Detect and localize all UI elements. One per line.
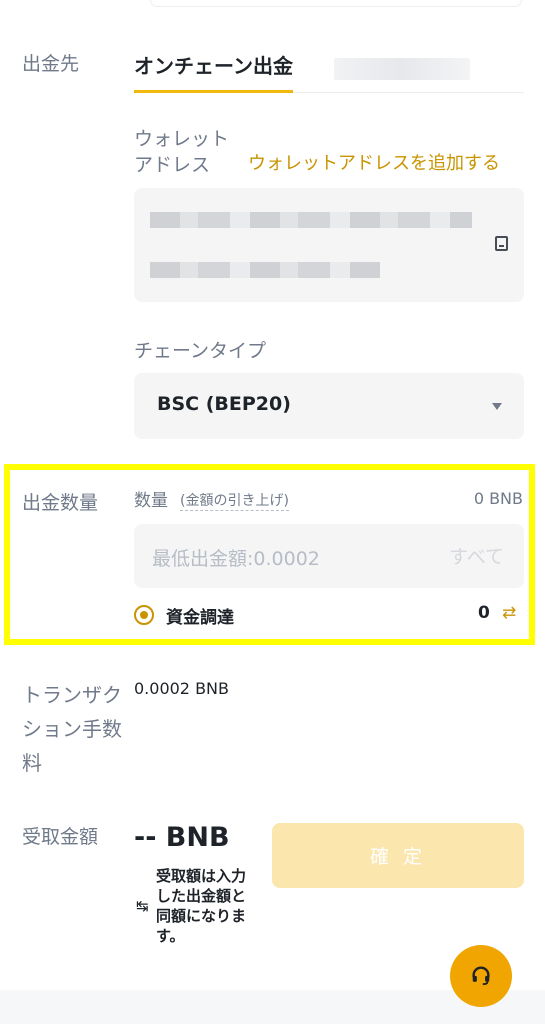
address-book-icon[interactable] (495, 236, 508, 251)
swap-icon[interactable]: ⇄ (502, 603, 516, 623)
tab-onchain-withdrawal[interactable]: オンチェーン出金 (134, 52, 293, 93)
support-button[interactable] (450, 945, 512, 1007)
wallet-address-label: ウォレットアドレス (134, 128, 230, 176)
caret-down-icon (492, 403, 502, 410)
tab-redacted[interactable] (334, 58, 470, 80)
add-wallet-address-link[interactable]: ウォレットアドレスを追加する (248, 149, 500, 175)
chain-type-select[interactable]: BSC (BEP20) (134, 373, 524, 439)
arrows-icon: ↹ (136, 897, 149, 915)
raise-limit-link[interactable]: (金額の引き上げ) (180, 490, 289, 511)
amount-placeholder: 最低出金額:0.0002 (152, 548, 320, 570)
amount-input[interactable]: 最低出金額:0.0002 すべて (134, 524, 524, 588)
quantity-label: 数量 (134, 491, 168, 511)
fee-label: トランザクション手数料 (22, 683, 122, 775)
fee-value: 0.0002 BNB (134, 679, 229, 698)
funding-option-label[interactable]: 資金調達 (166, 603, 234, 628)
destination-tabs: オンチェーン出金 (134, 52, 524, 93)
chain-type-value: BSC (BEP20) (157, 393, 291, 415)
top-card-fragment (150, 0, 522, 7)
chain-type-label: チェーンタイプ (134, 340, 267, 362)
wallet-address-input[interactable] (134, 188, 524, 302)
receive-note: 受取額は入力した出金額と同額になります。 (156, 867, 247, 945)
redacted-address-line-2 (150, 262, 380, 278)
headset-icon (472, 966, 490, 986)
all-button[interactable]: すべて (449, 542, 504, 569)
receive-amount-value: -- BNB (134, 822, 230, 853)
receive-amount-label: 受取金額 (22, 826, 99, 848)
destination-label: 出金先 (22, 53, 80, 75)
radio-selected-icon[interactable] (134, 605, 154, 625)
redacted-address-line-1 (150, 212, 472, 228)
withdraw-amount-label: 出金数量 (22, 492, 99, 514)
confirm-button[interactable]: 確 定 (272, 823, 524, 888)
funding-balance: 0 (478, 603, 490, 623)
available-balance: 0 BNB (473, 489, 523, 508)
